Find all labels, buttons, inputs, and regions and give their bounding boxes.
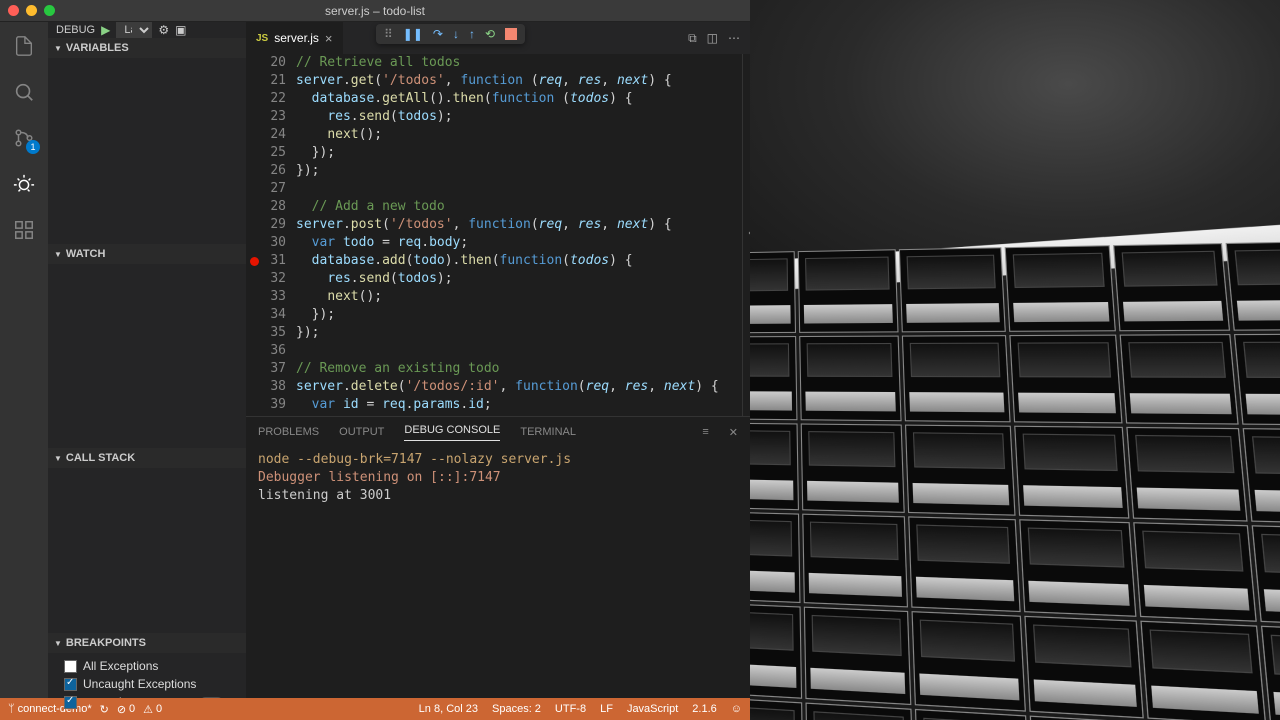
watch-section-header[interactable]: ▼WATCH	[48, 244, 246, 264]
close-window-button[interactable]	[8, 5, 19, 16]
variables-section-header[interactable]: ▼VARIABLES	[48, 38, 246, 58]
tab-debug-console[interactable]: DEBUG CONSOLE	[404, 424, 500, 441]
status-warnings[interactable]: ⚠ 0	[143, 703, 162, 716]
js-file-icon: JS	[256, 33, 268, 44]
debug-toolbar: DEBUG ▶ Lau ⚙ ▣	[48, 22, 246, 38]
gear-icon[interactable]: ⚙	[158, 23, 169, 37]
window-title: server.js – todo-list	[325, 4, 425, 18]
maximize-window-button[interactable]	[44, 5, 55, 16]
panel-tabs: PROBLEMS OUTPUT DEBUG CONSOLE TERMINAL ≡…	[246, 417, 750, 447]
vscode-window: server.js – todo-list 1 DEBUG ▶ Lau ⚙ ▣ …	[0, 0, 750, 720]
editor-area: JS server.js × ⠿ ❚❚ ↷ ↓ ↑ ⟲ ⧉ ◫ ⋯	[246, 22, 750, 698]
more-icon[interactable]: ⋯	[728, 31, 740, 46]
status-bar: ᛘ connect-demo* ↻ ⊘ 0 ⚠ 0 Ln 8, Col 23 S…	[0, 698, 750, 720]
search-icon[interactable]	[10, 78, 38, 106]
debug-console-toggle-icon[interactable]: ▣	[175, 23, 186, 37]
status-version[interactable]: 2.1.6	[692, 703, 716, 715]
debug-sidebar: DEBUG ▶ Lau ⚙ ▣ ▼VARIABLES ▼WATCH ▼CALL …	[48, 22, 246, 698]
activity-bar: 1	[0, 22, 48, 698]
breakpoints-section-header[interactable]: ▼BREAKPOINTS	[48, 633, 246, 653]
split-editor-icon[interactable]: ◫	[707, 31, 718, 46]
grip-icon[interactable]: ⠿	[384, 27, 393, 41]
callstack-section-header[interactable]: ▼CALL STACK	[48, 448, 246, 468]
desktop-wallpaper	[750, 0, 1280, 720]
stop-button[interactable]	[505, 28, 517, 40]
status-eol[interactable]: LF	[600, 703, 613, 715]
tab-serverjs[interactable]: JS server.js ×	[246, 22, 343, 54]
debug-console-output[interactable]: node --debug-brk=7147 --nolazy server.js…	[246, 447, 750, 698]
window-controls	[8, 5, 55, 16]
line-gutter[interactable]: 2021222324252627282930313233343536373839…	[246, 54, 296, 416]
chevron-down-icon: ▼	[54, 639, 62, 648]
checkbox-icon[interactable]	[64, 660, 77, 673]
step-over-button[interactable]: ↷	[433, 27, 443, 41]
bottom-panel: PROBLEMS OUTPUT DEBUG CONSOLE TERMINAL ≡…	[246, 416, 750, 698]
minimize-window-button[interactable]	[26, 5, 37, 16]
compare-icon[interactable]: ⧉	[688, 31, 697, 46]
tab-terminal[interactable]: TERMINAL	[520, 426, 576, 438]
callstack-body	[48, 468, 246, 633]
editor-actions: ⧉ ◫ ⋯	[688, 31, 750, 46]
debug-floating-toolbar[interactable]: ⠿ ❚❚ ↷ ↓ ↑ ⟲	[376, 24, 525, 44]
status-sync[interactable]: ↻	[100, 703, 109, 716]
debug-icon[interactable]	[10, 170, 38, 198]
scm-badge: 1	[26, 140, 40, 154]
tab-problems[interactable]: PROBLEMS	[258, 426, 319, 438]
status-language[interactable]: JavaScript	[627, 703, 678, 715]
watch-body	[48, 264, 246, 448]
clear-console-icon[interactable]: ≡	[702, 426, 708, 438]
chevron-down-icon: ▼	[54, 250, 62, 259]
status-cursor[interactable]: Ln 8, Col 23	[419, 703, 478, 715]
breakpoint-all-exceptions[interactable]: All Exceptions	[64, 657, 238, 675]
status-feedback-icon[interactable]: ☺	[731, 703, 742, 715]
step-out-button[interactable]: ↑	[469, 27, 475, 41]
breakpoint-uncaught-exceptions[interactable]: Uncaught Exceptions	[64, 675, 238, 693]
chevron-down-icon: ▼	[54, 44, 62, 53]
tab-label: server.js	[274, 31, 319, 45]
status-branch[interactable]: ᛘ connect-demo*	[8, 703, 92, 715]
close-panel-icon[interactable]: ✕	[729, 426, 738, 439]
tab-output[interactable]: OUTPUT	[339, 426, 384, 438]
tab-bar: JS server.js × ⠿ ❚❚ ↷ ↓ ↑ ⟲ ⧉ ◫ ⋯	[246, 22, 750, 54]
status-encoding[interactable]: UTF-8	[555, 703, 586, 715]
close-tab-icon[interactable]: ×	[325, 31, 333, 46]
code-editor[interactable]: 2021222324252627282930313233343536373839…	[246, 54, 750, 416]
debug-label: DEBUG	[56, 24, 95, 36]
debug-config-select[interactable]: Lau	[116, 22, 152, 38]
start-debug-button[interactable]: ▶	[101, 23, 110, 37]
pause-button[interactable]: ❚❚	[403, 27, 423, 41]
checkbox-checked-icon[interactable]	[64, 696, 77, 709]
restart-button[interactable]: ⟲	[485, 27, 495, 41]
extensions-icon[interactable]	[10, 216, 38, 244]
step-into-button[interactable]: ↓	[453, 27, 459, 41]
titlebar: server.js – todo-list	[0, 0, 750, 22]
status-errors[interactable]: ⊘ 0	[117, 703, 135, 716]
chevron-down-icon: ▼	[54, 454, 62, 463]
code-content[interactable]: // Retrieve all todosserver.get('/todos'…	[296, 54, 742, 416]
source-control-icon[interactable]: 1	[10, 124, 38, 152]
status-spaces[interactable]: Spaces: 2	[492, 703, 541, 715]
variables-body	[48, 58, 246, 244]
explorer-icon[interactable]	[10, 32, 38, 60]
resize-handle-icon[interactable]: ⇔	[748, 224, 750, 242]
checkbox-checked-icon[interactable]	[64, 678, 77, 691]
